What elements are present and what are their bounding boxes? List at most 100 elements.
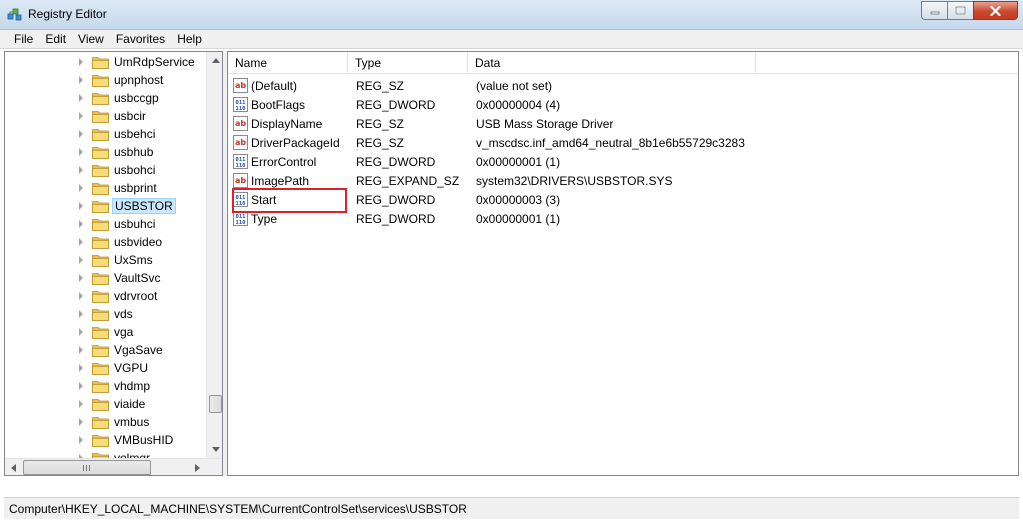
expand-arrow-icon[interactable]	[79, 274, 83, 282]
tree-item-label: usbuhci	[114, 217, 156, 231]
key-tree-pane[interactable]: UmRdpService upnphost usbccgp usbcir usbehci…	[4, 51, 223, 476]
arrow-up-icon	[211, 58, 220, 63]
svg-text:ab: ab	[235, 176, 246, 185]
svg-text:ab: ab	[235, 81, 246, 90]
value-row-displayname[interactable]: ab DisplayName REG_SZ USB Mass Storage Driv…	[228, 114, 1018, 133]
menu-favorites[interactable]: Favorites	[110, 30, 171, 48]
tree-item[interactable]: vmbus	[5, 413, 205, 431]
horizontal-scroll-thumb[interactable]	[23, 460, 151, 475]
expand-arrow-icon[interactable]	[79, 202, 83, 210]
expand-arrow-icon[interactable]	[79, 364, 83, 372]
tree-item-label: usbprint	[114, 181, 157, 195]
values-list-pane[interactable]: Name Type Data ab (Default) REG_SZ (value n…	[227, 51, 1019, 476]
value-row-driverpackageid[interactable]: ab DriverPackageId REG_SZ v_mscdsc.inf_amd6…	[228, 133, 1018, 152]
tree-item[interactable]: vga	[5, 323, 205, 341]
folder-icon	[92, 343, 109, 357]
value-row-start[interactable]: 011 110 Start REG_DWORD 0x00000003 (3)	[228, 190, 1018, 209]
value-row-errorcontrol[interactable]: 011 110 ErrorControl REG_DWORD 0x00000001 (1…	[228, 152, 1018, 171]
expand-arrow-icon[interactable]	[79, 328, 83, 336]
menu-edit[interactable]: Edit	[39, 30, 72, 48]
expand-arrow-icon[interactable]	[79, 256, 83, 264]
folder-icon	[92, 217, 109, 231]
tree-item[interactable]: vdrvroot	[5, 287, 205, 305]
tree-item[interactable]: usbhub	[5, 143, 205, 161]
tree-item[interactable]: upnphost	[5, 71, 205, 89]
value-row-bootflags[interactable]: 011 110 BootFlags REG_DWORD 0x00000004 (4)	[228, 95, 1018, 114]
tree-item[interactable]: usbohci	[5, 161, 205, 179]
expand-arrow-icon[interactable]	[79, 418, 83, 426]
folder-icon	[92, 91, 109, 105]
expand-arrow-icon[interactable]	[79, 130, 83, 138]
scroll-thumb[interactable]	[209, 395, 222, 413]
value-data: USB Mass Storage Driver	[476, 117, 614, 131]
title-bar[interactable]: Registry Editor	[0, 0, 1023, 30]
value-row-default[interactable]: ab (Default) REG_SZ (value not set)	[228, 76, 1018, 95]
tree-item[interactable]: usbccgp	[5, 89, 205, 107]
expand-arrow-icon[interactable]	[79, 220, 83, 228]
scroll-right-button[interactable]	[189, 459, 206, 475]
expand-arrow-icon[interactable]	[79, 166, 83, 174]
value-data: 0x00000004 (4)	[476, 98, 561, 112]
column-header-type[interactable]: Type	[348, 52, 468, 74]
value-type: REG_DWORD	[356, 155, 436, 169]
folder-icon	[92, 163, 109, 177]
folder-icon	[92, 379, 109, 393]
expand-arrow-icon[interactable]	[79, 184, 83, 192]
tree-item[interactable]: vhdmp	[5, 377, 205, 395]
tree-horizontal-scrollbar[interactable]	[5, 458, 222, 475]
value-type: REG_DWORD	[356, 98, 436, 112]
svg-text:110: 110	[236, 106, 246, 112]
column-header-data[interactable]: Data	[468, 52, 756, 74]
tree-item[interactable]: usbprint	[5, 179, 205, 197]
maximize-button[interactable]	[947, 1, 973, 20]
menu-view[interactable]: View	[72, 30, 110, 48]
tree-item[interactable]: usbvideo	[5, 233, 205, 251]
expand-arrow-icon[interactable]	[79, 436, 83, 444]
grip-icon	[83, 464, 91, 471]
menu-help[interactable]: Help	[171, 30, 208, 48]
scroll-left-button[interactable]	[5, 459, 22, 475]
minimize-button[interactable]	[921, 1, 947, 20]
tree-vertical-scrollbar[interactable]	[206, 52, 222, 458]
menu-file[interactable]: File	[8, 30, 39, 48]
tree-item[interactable]: USBSTOR	[5, 197, 205, 215]
tree-item[interactable]: usbuhci	[5, 215, 205, 233]
tree-item[interactable]: VaultSvc	[5, 269, 205, 287]
column-header-name[interactable]: Name	[228, 52, 348, 74]
expand-arrow-icon[interactable]	[79, 76, 83, 84]
close-button[interactable]	[973, 1, 1018, 20]
expand-arrow-icon[interactable]	[79, 94, 83, 102]
tree-item[interactable]: UmRdpService	[5, 53, 205, 71]
tree-item[interactable]: usbehci	[5, 125, 205, 143]
value-data: 0x00000001 (1)	[476, 155, 561, 169]
expand-arrow-icon[interactable]	[79, 382, 83, 390]
tree-item[interactable]: VgaSave	[5, 341, 205, 359]
value-name: DriverPackageId	[251, 136, 340, 150]
svg-text:ab: ab	[235, 119, 246, 128]
scroll-down-button[interactable]	[207, 441, 222, 458]
expand-arrow-icon[interactable]	[79, 58, 83, 66]
expand-arrow-icon[interactable]	[79, 310, 83, 318]
tree-item[interactable]: VGPU	[5, 359, 205, 377]
tree-item[interactable]: usbcir	[5, 107, 205, 125]
value-row-imagepath[interactable]: ab ImagePath REG_EXPAND_SZ system32\DRIVERS…	[228, 171, 1018, 190]
value-data: (value not set)	[476, 79, 553, 93]
maximize-icon	[955, 6, 966, 15]
scroll-up-button[interactable]	[207, 52, 222, 69]
expand-arrow-icon[interactable]	[79, 148, 83, 156]
folder-icon	[92, 253, 109, 267]
value-row-type[interactable]: 011 110 Type REG_DWORD 0x00000001 (1)	[228, 209, 1018, 228]
tree-item[interactable]: viaide	[5, 395, 205, 413]
folder-icon	[92, 397, 109, 411]
tree-item[interactable]: VMBusHID	[5, 431, 205, 449]
expand-arrow-icon[interactable]	[79, 292, 83, 300]
tree-item-label: vhdmp	[114, 379, 151, 393]
expand-arrow-icon[interactable]	[79, 346, 83, 354]
tree-item-label: viaide	[114, 397, 146, 411]
expand-arrow-icon[interactable]	[79, 112, 83, 120]
expand-arrow-icon[interactable]	[79, 400, 83, 408]
tree-item[interactable]: vds	[5, 305, 205, 323]
tree-item[interactable]: UxSms	[5, 251, 205, 269]
window-controls	[921, 1, 1018, 20]
expand-arrow-icon[interactable]	[79, 238, 83, 246]
